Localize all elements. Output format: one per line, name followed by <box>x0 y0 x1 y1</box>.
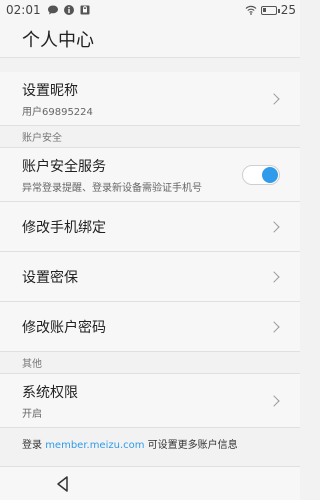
member-site-link[interactable]: member.meizu.com <box>45 440 144 451</box>
info-icon <box>63 5 74 15</box>
page-header: 个人中心 <box>0 20 300 58</box>
wifi-icon <box>245 5 257 15</box>
toggle-knob <box>262 166 278 183</box>
status-bar: 02:01 25 <box>0 0 300 20</box>
screen: 02:01 25 个人中心 设置昵称 用户69895224 账户安全 账户安全服… <box>0 0 300 500</box>
row-permissions-subtitle: 开启 <box>22 408 42 420</box>
chat-icon <box>47 5 58 15</box>
row-security-service: 账户安全服务 异常登录提醒、登录新设备需验证手机号 <box>0 148 300 202</box>
row-nickname-subtitle: 用户69895224 <box>22 106 93 118</box>
security-service-toggle[interactable] <box>242 164 280 185</box>
footer-note: 登录 member.meizu.com 可设置更多账户信息 <box>22 436 238 451</box>
row-permissions-title: 系统权限 <box>22 384 78 401</box>
row-change-password-title: 修改账户密码 <box>22 319 106 336</box>
lock-icon <box>80 5 90 15</box>
row-security-question-title: 设置密保 <box>22 269 78 286</box>
section-header-other: 其他 <box>0 352 300 374</box>
battery-level: 25 <box>280 3 296 17</box>
navigation-bar <box>0 466 300 500</box>
settings-list: 设置昵称 用户69895224 账户安全 账户安全服务 异常登录提醒、登录新设备… <box>0 72 300 428</box>
row-nickname-title: 设置昵称 <box>22 82 78 99</box>
battery-icon <box>260 5 280 15</box>
section-header-security: 账户安全 <box>0 126 300 148</box>
row-phone-binding[interactable]: 修改手机绑定 <box>0 202 300 252</box>
row-nickname[interactable]: 设置昵称 用户69895224 <box>0 72 300 126</box>
footer-prefix: 登录 <box>22 440 46 451</box>
row-phone-binding-title: 修改手机绑定 <box>22 219 106 236</box>
status-time: 02:01 <box>6 3 41 17</box>
footer-suffix: 可设置更多账户信息 <box>144 440 238 451</box>
page-title: 个人中心 <box>22 29 94 51</box>
back-icon[interactable] <box>54 475 72 493</box>
row-security-question[interactable]: 设置密保 <box>0 252 300 302</box>
row-permissions[interactable]: 系统权限 开启 <box>0 374 300 428</box>
row-change-password[interactable]: 修改账户密码 <box>0 302 300 352</box>
